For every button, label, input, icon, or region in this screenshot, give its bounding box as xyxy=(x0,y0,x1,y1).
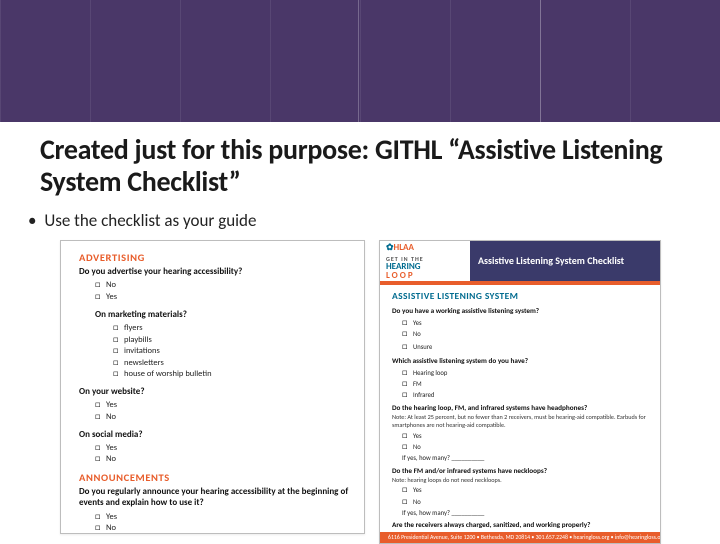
checkbox-fm[interactable]: FM xyxy=(402,378,648,389)
q-which-als: Which assistive listening system do you … xyxy=(392,356,648,365)
q-marketing-materials: On marketing materials? xyxy=(95,309,350,320)
checkbox-web-no[interactable]: No xyxy=(95,411,350,423)
checkbox-social-no[interactable]: No xyxy=(95,453,350,465)
doc-header: ✿HLAA GET IN THE HEARING LOOP Assistive … xyxy=(380,241,660,285)
q-social: On social media? xyxy=(79,429,350,440)
q-receivers: Are the receivers always charged, saniti… xyxy=(392,520,648,529)
checkbox-ann-no[interactable]: No xyxy=(95,522,350,534)
checkbox-no[interactable]: No xyxy=(402,496,648,507)
checkbox-infrared[interactable]: Infrared xyxy=(402,389,648,400)
q-announce: Do you regularly announce your hearing a… xyxy=(79,486,350,509)
note-neckloops: Note: hearing loops do not need neckloop… xyxy=(392,477,648,485)
note-headphones: Note: At least 25 percent, but no fewer … xyxy=(392,414,648,430)
hlaa-logo: ✿HLAA xyxy=(386,242,464,253)
checkbox-yes[interactable]: Yes xyxy=(402,484,648,495)
checkbox-hearing-loop[interactable]: Hearing loop xyxy=(402,367,648,378)
inset-container: ADVERTISING Do you advertise your hearin… xyxy=(60,240,708,534)
q-neckloops: Do the FM and/or infrared systems have n… xyxy=(392,466,648,475)
q-howmany2: If yes, how many? __________ xyxy=(402,509,648,517)
checkbox-unsure[interactable]: Unsure xyxy=(402,341,648,352)
checkbox-yes[interactable]: Yes xyxy=(402,317,648,328)
checkbox-no[interactable]: No xyxy=(95,279,350,291)
q-howmany1: If yes, how many? __________ xyxy=(402,454,648,462)
checkbox-no[interactable]: No xyxy=(402,328,648,339)
checkbox-yes[interactable]: Yes xyxy=(402,430,648,441)
checkbox-no[interactable]: No xyxy=(402,441,648,452)
checkbox-invitations[interactable]: invitations xyxy=(113,345,350,357)
checkbox-flyers[interactable]: flyers xyxy=(113,322,350,334)
checkbox-social-yes[interactable]: Yes xyxy=(95,442,350,454)
q-headphones: Do the hearing loop, FM, and infrared sy… xyxy=(392,403,648,412)
checkbox-ann-yes[interactable]: Yes xyxy=(95,511,350,523)
logo-block: ✿HLAA GET IN THE HEARING LOOP xyxy=(380,241,470,281)
slide-bullet: Use the checklist as your guide xyxy=(0,208,720,239)
githl-logo: GET IN THE HEARING LOOP xyxy=(386,256,464,280)
doc-footer: 6116 Presidential Avenue, Suite 1200 • B… xyxy=(380,532,660,543)
checkbox-house-of-worship-bulletin[interactable]: house of worship bulletin xyxy=(113,368,350,380)
section-als: ASSISTIVE LISTENING SYSTEM xyxy=(392,291,648,303)
checkbox-playbills[interactable]: playbills xyxy=(113,334,350,346)
section-announcements: ANNOUNCEMENTS xyxy=(79,471,350,484)
checkbox-yes[interactable]: Yes xyxy=(95,291,350,303)
q-website: On your website? xyxy=(79,386,350,397)
q-advertise: Do you advertise your hearing accessibil… xyxy=(79,266,350,277)
checkbox-web-yes[interactable]: Yes xyxy=(95,399,350,411)
section-advertising: ADVERTISING xyxy=(79,251,350,264)
q-have-als: Do you have a working assistive listenin… xyxy=(392,306,648,315)
slide-title: Created just for this purpose: GITHL “As… xyxy=(0,122,720,208)
slide-banner xyxy=(0,0,720,122)
doc-title: Assistive Listening System Checklist xyxy=(470,241,660,281)
checklist-advertising-page: ADVERTISING Do you advertise your hearin… xyxy=(60,240,365,534)
checklist-als-page: ✿HLAA GET IN THE HEARING LOOP Assistive … xyxy=(379,240,661,544)
checkbox-newsletters[interactable]: newsletters xyxy=(113,357,350,369)
